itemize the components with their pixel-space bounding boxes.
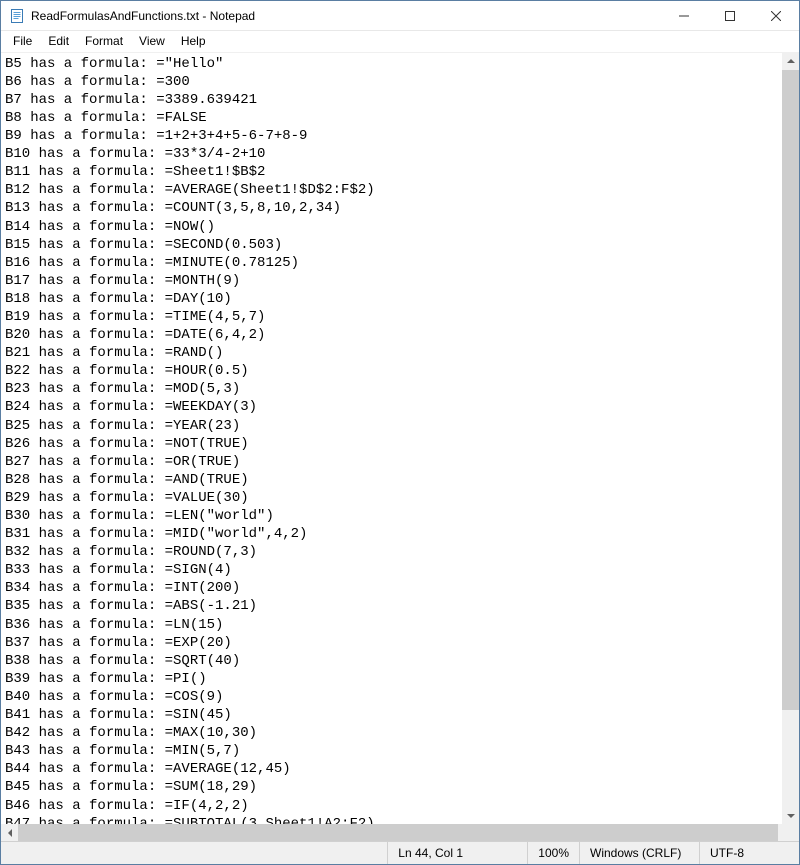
window-title: ReadFormulasAndFunctions.txt - Notepad (31, 9, 255, 23)
scroll-track-h[interactable] (18, 824, 765, 841)
scroll-left-button[interactable] (1, 824, 18, 841)
menu-edit[interactable]: Edit (40, 32, 77, 50)
notepad-icon (9, 8, 25, 24)
status-zoom: 100% (527, 842, 579, 864)
scroll-thumb-h[interactable] (18, 824, 778, 841)
menubar: File Edit Format View Help (1, 31, 799, 53)
scroll-up-button[interactable] (782, 53, 799, 70)
scrollbar-horizontal[interactable] (1, 824, 782, 841)
maximize-button[interactable] (707, 1, 753, 31)
status-encoding: UTF-8 (699, 842, 799, 864)
scroll-thumb-v[interactable] (782, 70, 799, 710)
scrollbar-corner (782, 824, 799, 841)
scroll-track-v[interactable] (782, 70, 799, 808)
status-position: Ln 44, Col 1 (387, 842, 527, 864)
minimize-button[interactable] (661, 1, 707, 31)
status-line-ending: Windows (CRLF) (579, 842, 699, 864)
menu-format[interactable]: Format (77, 32, 131, 50)
scroll-down-button[interactable] (782, 807, 799, 824)
menu-view[interactable]: View (131, 32, 173, 50)
titlebar[interactable]: ReadFormulasAndFunctions.txt - Notepad (1, 1, 799, 31)
scrollbar-vertical[interactable] (782, 53, 799, 825)
statusbar: Ln 44, Col 1 100% Windows (CRLF) UTF-8 (1, 841, 799, 864)
menu-file[interactable]: File (5, 32, 40, 50)
menu-help[interactable]: Help (173, 32, 214, 50)
text-area[interactable]: B5 has a formula: ="Hello" B6 has a form… (1, 53, 782, 825)
close-button[interactable] (753, 1, 799, 31)
